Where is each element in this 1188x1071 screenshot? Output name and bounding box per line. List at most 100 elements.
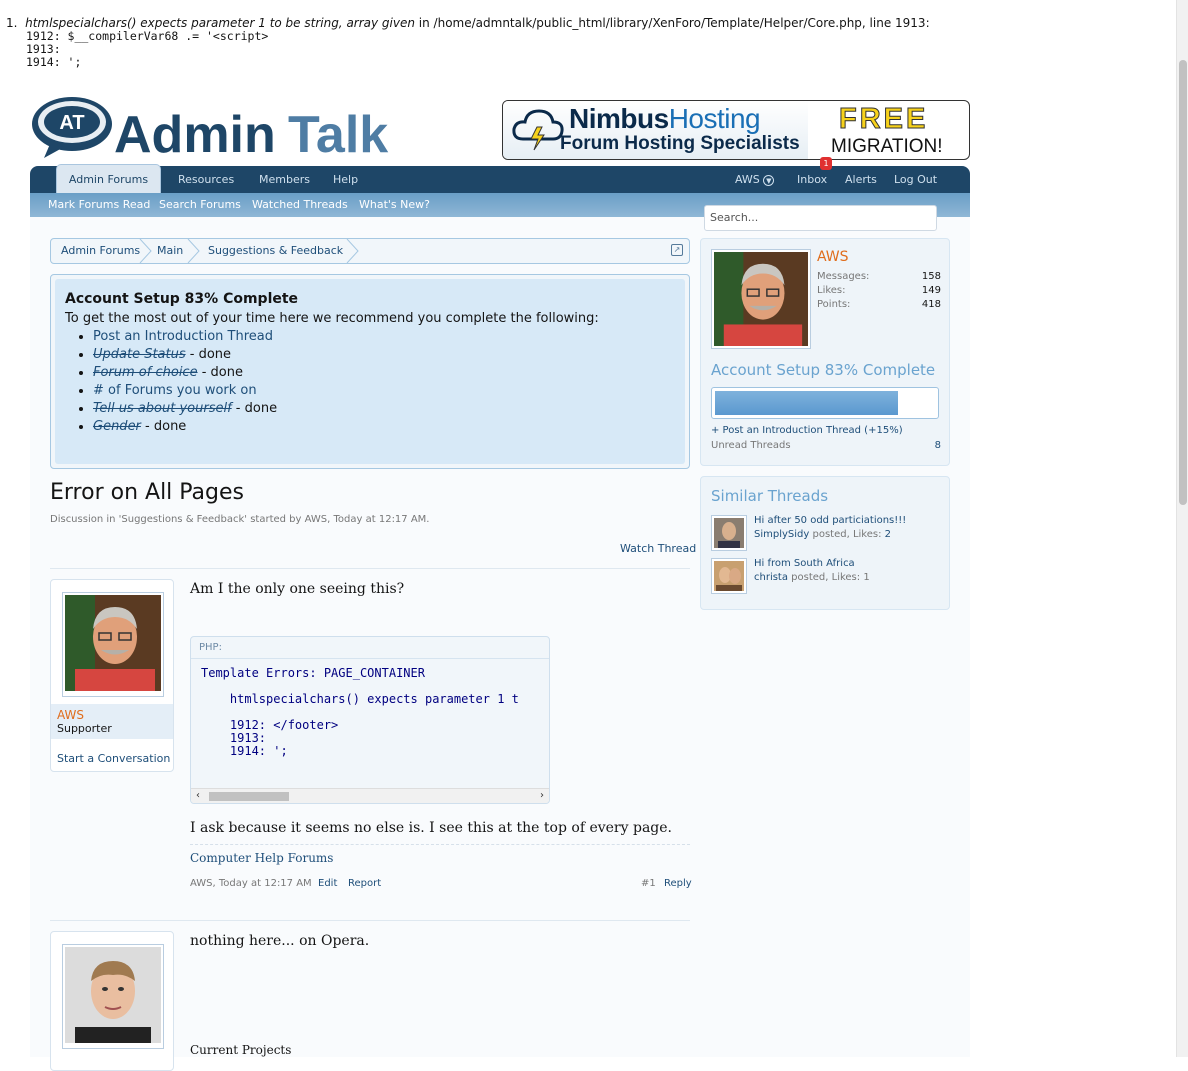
report-link[interactable]: Report bbox=[348, 878, 381, 889]
username[interactable]: AWS bbox=[57, 708, 167, 722]
edit-link[interactable]: Edit bbox=[318, 878, 337, 889]
signature-link[interactable]: Computer Help Forums bbox=[190, 851, 333, 865]
breadcrumb-item[interactable]: Main bbox=[157, 239, 183, 263]
chevron-down-icon: ▼ bbox=[763, 174, 775, 186]
ad-migration: MIGRATION! bbox=[831, 136, 943, 157]
account-menu[interactable]: AWS ▼ bbox=[735, 166, 775, 193]
thread-title[interactable]: Hi after 50 odd particiations!!! bbox=[754, 515, 906, 526]
start-conversation-link[interactable]: Start a Conversation bbox=[57, 752, 170, 765]
post-number[interactable]: #1 bbox=[641, 878, 656, 889]
breadcrumb-item[interactable]: Admin Forums bbox=[61, 239, 140, 263]
search-input[interactable]: Search... bbox=[704, 205, 937, 231]
code-scrollbar[interactable]: ‹ › bbox=[191, 788, 549, 803]
error-code-line: 1912: $__compilerVar68 .= '<script> bbox=[26, 29, 269, 43]
user-title: Supporter bbox=[57, 722, 112, 735]
error-message: htmlspecialchars() expects parameter 1 t… bbox=[25, 16, 415, 30]
avatar-image bbox=[714, 252, 808, 346]
logout-link[interactable]: Log Out bbox=[894, 166, 937, 193]
page-scrollbar[interactable] bbox=[1176, 0, 1188, 1057]
visitor-panel: AWS Messages: 158 Likes: 149 Points: 418 Ac… bbox=[700, 238, 950, 466]
post-user-box bbox=[50, 931, 174, 1071]
setup-item: Gender - done bbox=[93, 418, 675, 436]
stat-messages: Messages: 158 bbox=[817, 271, 941, 282]
chevron-right-icon bbox=[346, 239, 359, 263]
logo-mark: AT bbox=[59, 112, 84, 134]
thread-author[interactable]: christa bbox=[754, 572, 788, 583]
inbox-link[interactable]: Inbox bbox=[797, 166, 827, 193]
setup-item-link[interactable]: Forum of choice bbox=[93, 365, 198, 380]
tab-members[interactable]: Members bbox=[259, 166, 310, 193]
avatar-image bbox=[65, 947, 161, 1043]
sidebar-username[interactable]: AWS bbox=[817, 249, 849, 265]
ad-free: FREE bbox=[838, 103, 929, 136]
stat-points: Points: 418 bbox=[817, 299, 941, 310]
scroll-left-icon[interactable]: ‹ bbox=[196, 789, 200, 803]
setup-item-link[interactable]: Tell us about yourself bbox=[93, 401, 232, 416]
similar-threads-panel: Similar Threads Hi after 50 odd particia… bbox=[700, 476, 950, 610]
whats-new-link[interactable]: What's New? bbox=[359, 193, 430, 217]
post-user-info: AWS Supporter bbox=[51, 704, 173, 739]
avatar[interactable] bbox=[62, 592, 164, 697]
php-code-block: PHP: Template Errors: PAGE_CONTAINER htm… bbox=[190, 636, 550, 804]
code-scrollbar-thumb[interactable] bbox=[209, 792, 289, 801]
setup-item: Update Status - done bbox=[93, 346, 675, 364]
next-step-link[interactable]: + Post an Introduction Thread (+15%) bbox=[711, 425, 903, 436]
setup-item: Post an Introduction Thread bbox=[93, 328, 675, 346]
thread-meta: Discussion in 'Suggestions & Feedback' s… bbox=[50, 514, 430, 525]
sidebar-avatar[interactable] bbox=[711, 249, 811, 349]
inbox-count-badge: 1 bbox=[820, 157, 832, 170]
progress-fill bbox=[715, 391, 898, 415]
setup-item-link[interactable]: # of Forums you work on bbox=[93, 383, 257, 398]
tab-admin-forums[interactable]: Admin Forums bbox=[56, 164, 161, 195]
avatar-image bbox=[65, 595, 161, 691]
tab-resources[interactable]: Resources bbox=[178, 166, 234, 193]
page-title: Error on All Pages bbox=[50, 480, 245, 505]
ad-tagline: Forum Hosting Specialists bbox=[560, 133, 800, 154]
logo-brand-a: Admin bbox=[114, 106, 276, 162]
post-message: I ask because it seems no else is. I see… bbox=[190, 820, 672, 836]
signature-heading: Current Projects bbox=[190, 1043, 292, 1057]
error-number: 1. bbox=[6, 16, 18, 30]
similar-thread-item[interactable]: Hi from South Africa christa posted, Lik… bbox=[711, 558, 941, 594]
thread-byline: christa posted, Likes: 1 bbox=[754, 572, 870, 583]
avatar[interactable] bbox=[62, 944, 164, 1049]
watched-threads-link[interactable]: Watched Threads bbox=[252, 193, 348, 217]
unread-threads[interactable]: Unread Threads 8 bbox=[711, 440, 941, 451]
ad-brand: NimbusHosting bbox=[569, 103, 761, 134]
sidebar-setup-title: Account Setup 83% Complete bbox=[711, 361, 936, 379]
thread-likes[interactable]: 2 bbox=[885, 529, 891, 540]
error-code-line: 1914: '; bbox=[26, 55, 82, 69]
setup-item-link[interactable]: Gender bbox=[93, 419, 141, 434]
breadcrumb-item[interactable]: Suggestions & Feedback bbox=[208, 239, 343, 263]
tab-help[interactable]: Help bbox=[333, 166, 358, 193]
scroll-right-icon[interactable]: › bbox=[540, 789, 544, 803]
thread-author[interactable]: SimplySidy bbox=[754, 529, 809, 540]
error-code-line: 1913: bbox=[26, 42, 61, 56]
similar-thread-item[interactable]: Hi after 50 odd particiations!!! SimplyS… bbox=[711, 515, 941, 551]
ad-banner[interactable]: NimbusHosting Forum Hosting Specialists … bbox=[502, 100, 970, 160]
alerts-link[interactable]: Alerts bbox=[845, 166, 877, 193]
setup-item-link[interactable]: Post an Introduction Thread bbox=[93, 329, 273, 344]
thread-byline: SimplySidy posted, Likes: 2 bbox=[754, 529, 892, 540]
post-message: Am I the only one seeing this? bbox=[190, 581, 405, 597]
signature-divider bbox=[190, 844, 690, 845]
cloud-lightning-icon bbox=[512, 109, 564, 151]
setup-title: Account Setup 83% Complete bbox=[65, 291, 299, 307]
mark-forums-read-link[interactable]: Mark Forums Read bbox=[48, 193, 150, 217]
setup-item-link[interactable]: Update Status bbox=[93, 347, 186, 362]
post-user-box: AWS Supporter Start a Conversation bbox=[50, 579, 174, 772]
account-setup-panel: Account Setup 83% Complete To get the mo… bbox=[50, 274, 690, 469]
code-label: PHP: bbox=[191, 637, 549, 659]
reply-link[interactable]: Reply bbox=[664, 878, 692, 889]
post-author-date[interactable]: AWS, Today at 12:17 AM bbox=[190, 878, 312, 889]
jump-menu-icon[interactable]: ↗ bbox=[671, 244, 683, 256]
stat-likes: Likes: 149 bbox=[817, 285, 941, 296]
site-logo[interactable]: AT Admin Talk bbox=[30, 92, 400, 164]
setup-item: Tell us about yourself - done bbox=[93, 400, 675, 418]
scrollbar-thumb[interactable] bbox=[1179, 60, 1187, 505]
watch-thread-link[interactable]: Watch Thread bbox=[620, 542, 696, 555]
thread-title[interactable]: Hi from South Africa bbox=[754, 558, 855, 569]
thread-likes: 1 bbox=[863, 572, 870, 583]
search-forums-link[interactable]: Search Forums bbox=[159, 193, 241, 217]
thread-avatar bbox=[711, 558, 747, 594]
